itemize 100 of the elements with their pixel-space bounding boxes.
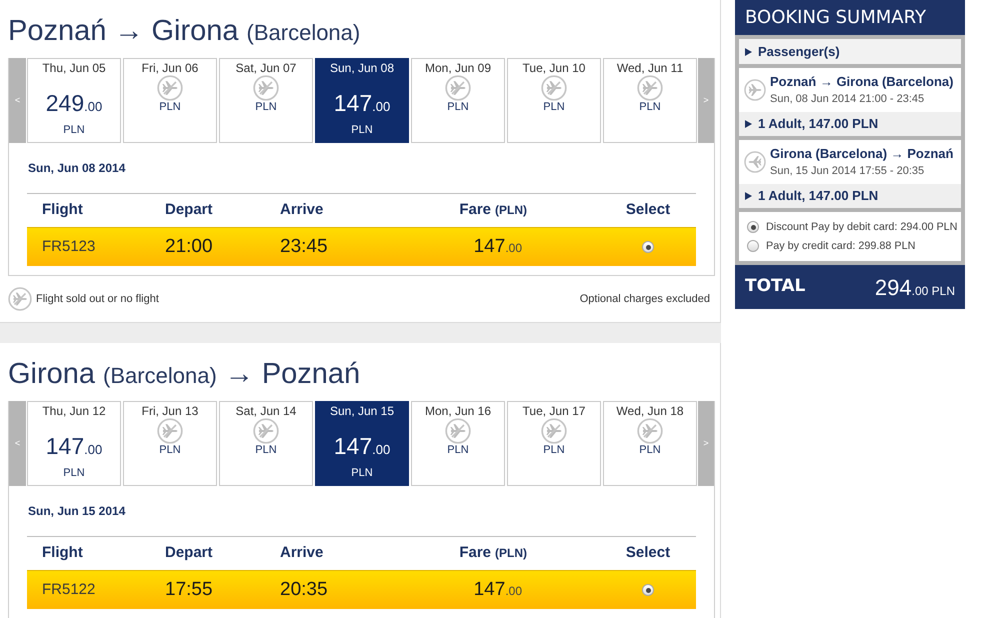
date-cell[interactable]: Sat, Jun 07 PLN	[219, 58, 313, 143]
day-label: Sun, Jun 08	[330, 61, 394, 75]
table-cell-text: 23:45	[280, 234, 328, 259]
currency-label: PLN	[639, 101, 661, 114]
price-text: 147.00	[46, 433, 102, 461]
flight-time: Sun, 15 Jun 2014 17:55 - 20:35	[770, 164, 926, 178]
currency-label: PLN	[351, 467, 373, 480]
legend-text: Flight sold out or no flight	[36, 292, 159, 307]
day-label: Sat, Jun 14	[236, 404, 296, 418]
radio-button[interactable]	[642, 584, 654, 596]
column-header: Depart	[165, 543, 213, 564]
crossed-plane-icon	[541, 75, 567, 101]
day-label: Wed, Jun 18	[616, 404, 684, 418]
currency-label: PLN	[351, 124, 373, 137]
date-cell[interactable]: Wed, Jun 11 PLN	[603, 58, 697, 143]
day-label: Tue, Jun 10	[522, 61, 586, 75]
date-cell[interactable]: Sun, Jun 08 147.00 PLN	[315, 58, 409, 143]
radio-button[interactable]	[747, 221, 759, 233]
currency-label: PLN	[255, 444, 277, 457]
date-cell[interactable]: Tue, Jun 17 PLN	[507, 401, 601, 486]
column-header: Select	[626, 543, 670, 564]
column-header: Fare (PLN)	[459, 543, 527, 564]
total-amount: 294.00 PLN	[874, 274, 955, 302]
plane-icon	[744, 79, 766, 101]
column-header: Arrive	[280, 200, 324, 220]
payment-label[interactable]: Discount Pay by debit card: 294.00 PLN	[766, 220, 958, 234]
price-text: 249.00	[46, 90, 102, 118]
currency-label: PLN	[543, 444, 565, 457]
caret-icon	[745, 48, 752, 56]
caret-icon	[745, 192, 752, 200]
currency-label: PLN	[255, 101, 277, 114]
day-label: Thu, Jun 12	[42, 404, 106, 418]
day-label: Fri, Jun 06	[142, 61, 198, 75]
crossed-plane-icon	[253, 75, 279, 101]
day-label: Wed, Jun 11	[616, 61, 684, 75]
date-cell[interactable]: Thu, Jun 05 249.00 PLN	[27, 58, 121, 143]
flight-route: Girona (Barcelona) → Poznań	[770, 146, 954, 162]
column-header: Arrive	[280, 543, 324, 564]
passengers-toggle[interactable]: Passenger(s)	[739, 39, 961, 64]
table-cell-text: 20:35	[280, 578, 328, 602]
currency-label: PLN	[447, 444, 469, 457]
date-cell[interactable]: Wed, Jun 18 PLN	[603, 401, 697, 486]
crossed-plane-icon	[157, 418, 183, 444]
date-cell[interactable]: Mon, Jun 09 PLN	[411, 58, 505, 143]
price-text: 147.00	[334, 90, 390, 118]
price-text: 147.00	[334, 433, 390, 461]
caret-icon	[745, 120, 752, 128]
flight-route: Poznań → Girona (Barcelona)	[770, 74, 954, 90]
date-cell[interactable]: Sat, Jun 14 PLN	[219, 401, 313, 486]
column-header: Flight	[42, 200, 83, 220]
payment-label[interactable]: Pay by credit card: 299.88 PLN	[766, 240, 916, 252]
flight-row[interactable]: FR5123 21:00 23:45 147.00	[27, 227, 696, 266]
table-cell-text: 17:55	[165, 578, 213, 602]
currency-label: PLN	[63, 467, 85, 480]
day-label: Sat, Jun 07	[236, 61, 296, 75]
table-cell-text: 147.00	[474, 234, 522, 259]
route-title: Girona (Barcelona) → Poznań	[8, 357, 362, 392]
day-label: Sun, Jun 15	[330, 404, 394, 418]
day-label: Mon, Jun 09	[424, 61, 492, 75]
charges-note: Optional charges excluded	[580, 292, 710, 307]
date-cell[interactable]: Tue, Jun 10 PLN	[507, 58, 601, 143]
radio-button[interactable]	[747, 240, 759, 252]
crossed-plane-icon	[445, 418, 471, 444]
summary-title: BOOKING SUMMARY	[735, 0, 965, 35]
day-label: Fri, Jun 13	[142, 404, 198, 418]
column-header: Depart	[165, 200, 213, 220]
date-cell[interactable]: Sun, Jun 15 147.00 PLN	[315, 401, 409, 486]
table-cell-text: 21:00	[165, 234, 213, 259]
column-header: Fare (PLN)	[459, 200, 527, 220]
day-label: Mon, Jun 16	[424, 404, 492, 418]
date-cell[interactable]: Mon, Jun 16 PLN	[411, 401, 505, 486]
fare-toggle[interactable]: 1 Adult, 147.00 PLN	[739, 184, 961, 208]
date-cell[interactable]: Fri, Jun 13 PLN	[123, 401, 217, 486]
currency-label: PLN	[63, 124, 85, 137]
crossed-plane-icon	[637, 418, 663, 444]
fare-toggle[interactable]: 1 Adult, 147.00 PLN	[739, 112, 961, 136]
crossed-plane-icon	[8, 287, 32, 311]
currency-label: PLN	[447, 101, 469, 114]
crossed-plane-icon	[541, 418, 567, 444]
date-cell[interactable]: Thu, Jun 12 147.00 PLN	[27, 401, 121, 486]
radio-button[interactable]	[642, 241, 654, 253]
crossed-plane-icon	[253, 418, 279, 444]
crossed-plane-icon	[445, 75, 471, 101]
currency-label: PLN	[543, 101, 565, 114]
plane-icon	[744, 151, 766, 173]
table-cell-text: FR5123	[42, 236, 96, 257]
crossed-plane-icon	[637, 75, 663, 101]
table-cell-text: FR5122	[42, 580, 96, 600]
day-label: Tue, Jun 17	[522, 404, 586, 418]
date-heading: Sun, Jun 15 2014	[28, 503, 126, 519]
currency-label: PLN	[639, 444, 661, 457]
total-label: TOTAL	[745, 275, 806, 298]
flight-row[interactable]: FR5122 17:55 20:35 147.00	[27, 570, 696, 609]
route-title: Poznań → Girona (Barcelona)	[8, 14, 362, 49]
date-cell[interactable]: Fri, Jun 06 PLN	[123, 58, 217, 143]
currency-label: PLN	[159, 444, 181, 457]
column-header: Select	[626, 200, 670, 220]
table-cell-text: 147.00	[474, 578, 522, 602]
currency-label: PLN	[159, 101, 181, 114]
flight-time: Sun, 08 Jun 2014 21:00 - 23:45	[770, 92, 926, 106]
